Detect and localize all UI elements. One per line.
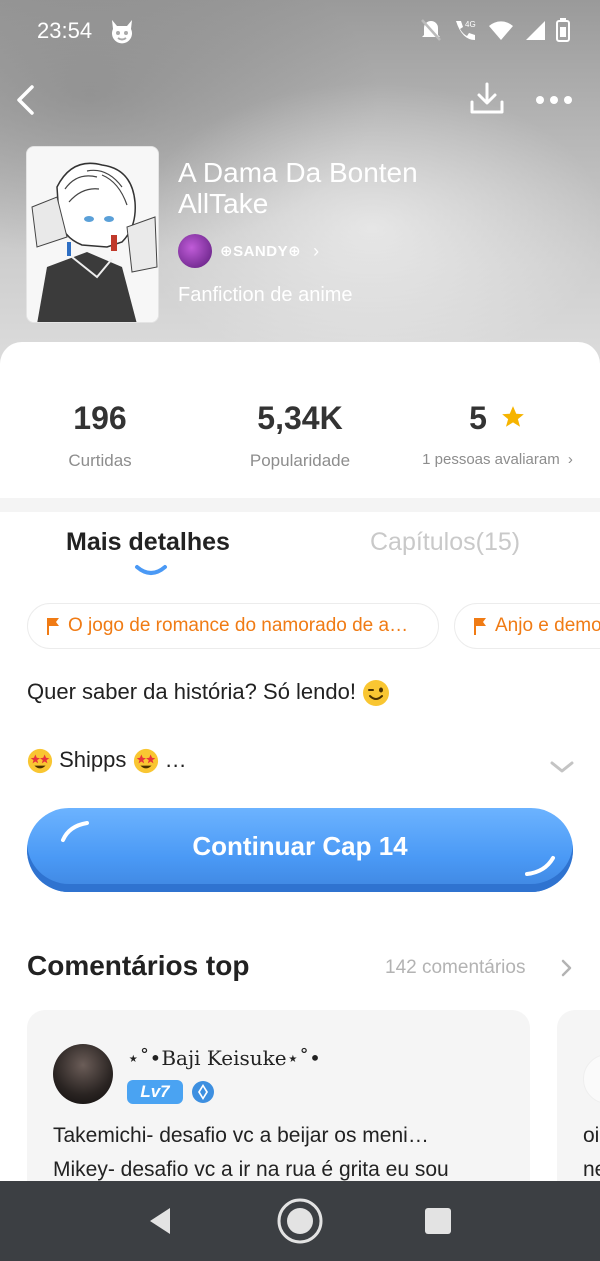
story-category: Fanfiction de anime (178, 284, 353, 306)
chevron-right-icon: › (313, 240, 320, 261)
comment-text-line: Mikey- desafio vc a ir na rua é grita eu… (53, 1158, 449, 1181)
tag-chip[interactable]: Anjo e demo (454, 603, 600, 649)
description-line-1: Quer saber da história? Só lendo! (27, 679, 390, 707)
nav-home-icon[interactable] (276, 1197, 324, 1245)
button-gloss (61, 821, 89, 842)
rating-count-label: 1 pessoas avaliaram (422, 451, 560, 468)
chevron-right-icon: › (567, 451, 573, 468)
bell-off-icon (421, 19, 441, 41)
wink-emoji-icon (363, 680, 390, 707)
tab-chapters[interactable]: Capítulos(15) (370, 528, 520, 557)
star-icon (502, 406, 524, 427)
author-name: ⊕SANDY⊕ (220, 243, 302, 260)
tab-indicator (135, 565, 167, 575)
wifi-call-icon: 4G (456, 20, 476, 40)
stat-likes: 196 Curtidas (40, 400, 160, 471)
stat-popularity: 5,34K Popularidade (230, 400, 370, 471)
story-title: A Dama Da Bonten AllTake (178, 157, 418, 219)
chevron-right-icon[interactable] (560, 958, 574, 978)
continue-label: Continuar Cap 14 (192, 830, 408, 861)
level-badge: Lv7 (127, 1080, 183, 1104)
comment-text-line: ne (583, 1158, 600, 1181)
stat-rating[interactable]: 5 1 pessoas avaliaram › (405, 400, 590, 468)
comments-section-title: Comentários top (27, 950, 250, 981)
comment-text-line: oi (583, 1124, 600, 1147)
description-text: Quer saber da história? Só lendo! (27, 679, 356, 704)
description-line-2: Shipps … (27, 747, 187, 774)
devil-icon (112, 20, 132, 44)
rating-value: 5 (469, 400, 487, 436)
nav-recents-icon[interactable] (425, 1208, 451, 1234)
status-bar: 23:54 4G (0, 0, 600, 62)
story-cover-image[interactable] (26, 146, 159, 323)
cover-illustration (27, 147, 158, 322)
more-options-icon[interactable] (534, 90, 574, 110)
call-label: 4G (465, 20, 476, 29)
author-link[interactable]: ⊕SANDY⊕ › (178, 234, 319, 268)
status-time: 23:54 (37, 18, 93, 43)
commenter-avatar[interactable] (583, 1054, 600, 1104)
star-struck-emoji-icon (27, 749, 53, 774)
tag-label: O jogo de romance do namorado de a… (68, 615, 409, 636)
flag-icon (47, 618, 59, 635)
verified-badge-icon (192, 1081, 214, 1103)
likes-value: 196 (73, 400, 127, 436)
tag-chip[interactable]: O jogo de romance do namorado de a… (27, 603, 439, 649)
button-gloss (525, 856, 555, 876)
comments-count-link[interactable]: 142 comentários (385, 957, 525, 979)
back-button[interactable] (10, 82, 40, 118)
likes-label: Curtidas (68, 451, 132, 470)
wifi-icon (489, 21, 513, 40)
flag-icon (474, 618, 486, 635)
battery-icon (556, 18, 570, 42)
popularity-label: Popularidade (249, 451, 351, 470)
tab-details[interactable]: Mais detalhes (66, 528, 230, 557)
commenter-avatar[interactable] (53, 1044, 113, 1104)
signal-icon (526, 21, 545, 40)
comment-text-line: Takemichi- desafio vc a beijar os meni… (53, 1124, 429, 1147)
tag-label: Anjo e demo (495, 615, 600, 636)
chevron-down-icon[interactable] (548, 758, 576, 776)
popularity-value: 5,34K (257, 400, 343, 436)
star-struck-emoji-icon (133, 749, 158, 774)
description-shipps: Shipps (59, 747, 127, 772)
commenter-name[interactable]: ⋆˚•Baji Keisuke⋆˚• (127, 1046, 321, 1070)
section-divider (0, 498, 600, 512)
download-icon[interactable] (468, 80, 506, 118)
nav-back-icon[interactable] (146, 1206, 174, 1236)
comment-card[interactable]: oi ne (557, 1010, 600, 1210)
author-avatar (178, 234, 212, 268)
description-ellipsis: … (164, 747, 187, 772)
comment-card[interactable]: ⋆˚•Baji Keisuke⋆˚• Lv7 Takemichi- desafi… (27, 1010, 530, 1210)
continue-reading-button[interactable]: Continuar Cap 14 (27, 808, 573, 892)
